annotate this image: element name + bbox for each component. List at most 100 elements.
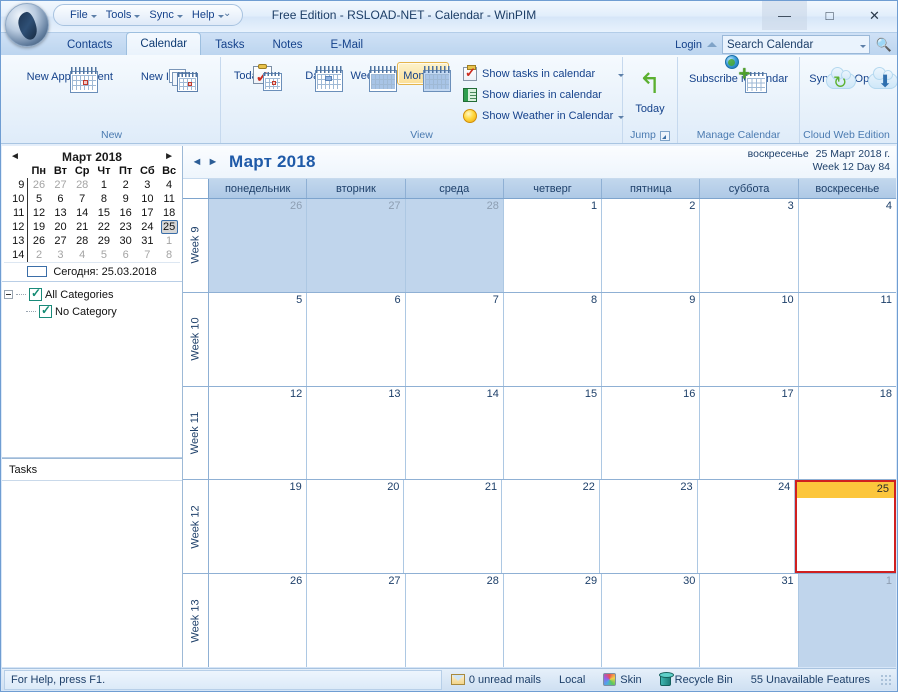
category-no-category[interactable]: No Category [4,303,182,320]
calendar-day-cell[interactable]: 6 [307,292,406,386]
month-view-button[interactable]: Month [397,62,451,92]
calendar-day-cell[interactable]: 5 [209,292,308,386]
tab-notes[interactable]: Notes [258,34,316,55]
calendar-day-cell[interactable]: 17 [700,386,799,480]
calendar-day-cell[interactable]: 2 [602,199,701,292]
mini-calendar-day[interactable]: 17 [136,206,158,220]
mini-calendar-day[interactable]: 4 [71,248,93,262]
mini-calendar-day[interactable]: 20 [50,220,72,234]
calendar-day-cell[interactable]: 18 [798,386,896,480]
mini-calendar-day[interactable]: 10 [136,192,158,206]
mini-calendar-day[interactable]: 14 [71,206,93,220]
mini-calendar-day[interactable]: 3 [50,248,72,262]
mini-calendar-day[interactable]: 29 [93,234,115,248]
mini-calendar-day[interactable]: 26 [28,178,50,192]
calendar-day-cell[interactable]: 13 [307,386,406,480]
mini-calendar-day[interactable]: 1 [93,178,115,192]
login-link[interactable]: Login [675,39,702,51]
mini-calendar-week-number[interactable]: 9 [4,178,29,192]
status-unavailable-features[interactable]: 55 Unavailable Features [742,674,879,686]
chevron-down-icon[interactable] [860,44,866,48]
mini-calendar-day[interactable]: 25 [158,220,180,234]
calendar-day-cell[interactable]: 28 [405,574,504,667]
mini-calendar-day[interactable]: 11 [158,192,180,206]
mini-calendar-day[interactable]: 30 [115,234,137,248]
calendar-day-cell[interactable]: 27 [307,199,406,292]
calendar-day-cell[interactable]: 30 [602,574,701,667]
menu-file[interactable]: File [66,8,101,22]
dialog-launcher-icon[interactable] [659,130,670,141]
mini-calendar-day[interactable]: 18 [158,206,180,220]
new-item-button[interactable]: New Item [134,63,203,92]
calendar-day-cell[interactable]: 22 [502,480,600,574]
calendar-day-cell[interactable]: 9 [602,292,701,386]
search-icon[interactable]: 🔍 [875,35,893,54]
mini-calendar-week-number[interactable]: 14 [4,248,29,262]
calendar-day-cell[interactable]: 1 [503,199,603,292]
menu-sync[interactable]: Sync [145,8,186,22]
mini-calendar-day[interactable]: 1 [158,234,180,248]
close-button[interactable]: ✕ [852,1,897,30]
calendar-day-cell[interactable]: 16 [602,386,701,480]
calendar-week-label[interactable]: Week 13 [183,574,209,667]
mini-calendar-day[interactable]: 5 [93,248,115,262]
mini-calendar-day[interactable]: 16 [115,206,137,220]
day-view-button[interactable]: Day [289,62,343,92]
tab-calendar[interactable]: Calendar [126,32,202,55]
calendar-prev-button[interactable]: ◄ [189,156,205,168]
collapse-icon[interactable] [4,290,13,299]
mini-calendar-day[interactable]: 24 [136,220,158,234]
calendar-day-cell[interactable]: 21 [404,480,503,574]
mini-calendar-day[interactable]: 2 [28,248,50,262]
calendar-day-cell[interactable]: 4 [798,199,896,292]
calendar-day-cell[interactable]: 15 [503,386,603,480]
tasks-panel-body[interactable] [2,481,182,667]
calendar-day-cell[interactable]: 1 [798,574,896,667]
mini-calendar-day[interactable]: 4 [158,178,180,192]
calendar-week-label[interactable]: Week 10 [183,292,209,386]
mini-calendar-day[interactable]: 13 [50,206,72,220]
calendar-day-cell[interactable]: 3 [700,199,799,292]
checkbox-no-category[interactable] [39,303,52,318]
tab-contacts[interactable]: Contacts [53,34,126,55]
mini-calendar-next-button[interactable]: ► [164,151,174,162]
checkbox-all-categories[interactable] [29,286,42,301]
quick-access-overflow-icon[interactable]: ⌄ [223,8,231,19]
cloud-sync-button[interactable]: ↻ Sync [805,65,856,92]
search-input[interactable]: Search Calendar [722,35,870,54]
show-weather-in-calendar-item[interactable]: Show Weather in Calendar [459,106,628,126]
chevron-up-icon[interactable] [707,42,717,47]
mini-calendar-day[interactable]: 23 [115,220,137,234]
menu-tools[interactable]: Tools [102,8,145,22]
mini-calendar-title[interactable]: Март 2018 [62,150,122,164]
tab-tasks[interactable]: Tasks [201,34,258,55]
mini-calendar-day[interactable]: 2 [115,178,137,192]
calendar-day-cell[interactable]: 26 [209,199,308,292]
calendar-day-cell[interactable]: 14 [405,386,504,480]
calendar-week-label[interactable]: Week 9 [183,199,209,292]
status-unread-mails[interactable]: 0 unread mails [442,674,550,686]
today-view-button[interactable]: ✓ Today [227,62,282,91]
calendar-day-cell[interactable]: 24 [697,480,796,574]
status-local[interactable]: Local [550,674,594,686]
calendar-day-cell[interactable]: 12 [209,386,308,480]
mini-calendar-week-number[interactable]: 11 [4,206,29,220]
mini-calendar-day[interactable]: 6 [50,192,72,206]
menu-help[interactable]: Help [188,8,228,22]
status-recycle-bin[interactable]: Recycle Bin [651,672,742,686]
mini-calendar-prev-button[interactable]: ◄ [10,151,20,162]
maximize-button[interactable]: □ [807,1,852,30]
mini-calendar-day[interactable]: 12 [28,206,50,220]
mini-calendar-day[interactable]: 27 [50,234,72,248]
mini-calendar-day[interactable]: 19 [28,220,50,234]
calendar-day-cell[interactable]: 8 [503,292,603,386]
jump-today-button[interactable]: ↰ Today [628,65,672,118]
resize-grip-icon[interactable] [879,672,893,687]
calendar-day-cell[interactable]: 27 [307,574,406,667]
mini-calendar-week-number[interactable]: 12 [4,220,29,234]
mini-calendar-week-number[interactable]: 13 [4,234,29,248]
subscribe-icalendar-button[interactable]: + Subscribe iCalendar [684,55,794,93]
mini-calendar-day[interactable]: 31 [136,234,158,248]
mini-calendar-day[interactable]: 8 [93,192,115,206]
week-view-button[interactable]: Week [343,62,397,92]
